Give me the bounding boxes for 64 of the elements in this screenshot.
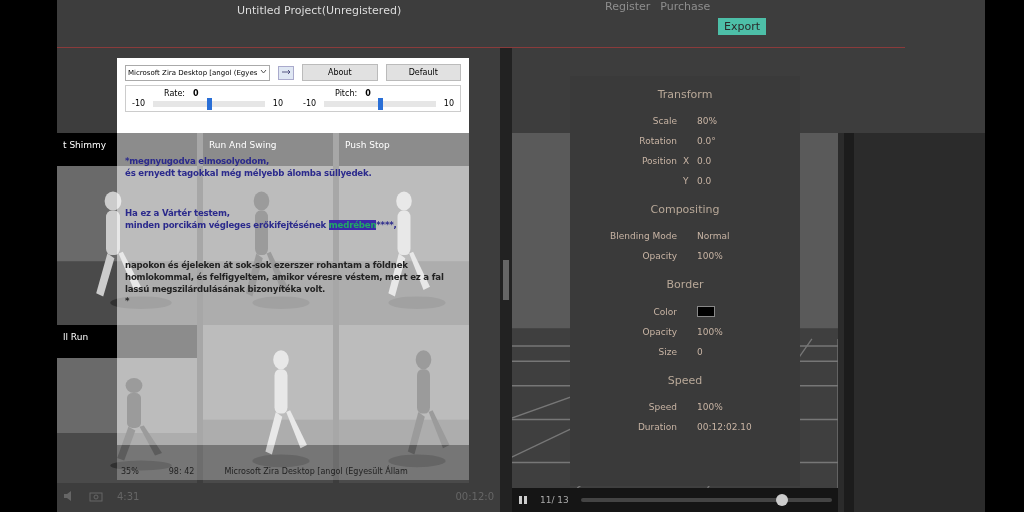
slider-label: Rate:: [164, 89, 186, 98]
text-line: *: [125, 295, 130, 306]
property-value[interactable]: 100%: [697, 327, 787, 337]
status-text: 98: 42: [168, 467, 195, 476]
header-link[interactable]: Register: [605, 0, 651, 13]
window-title: Untitled Project(Unregistered): [236, 3, 403, 19]
property-label: Color: [652, 306, 678, 317]
scrollbar[interactable]: [844, 133, 854, 512]
property-value[interactable]: 00:12:02.10: [697, 422, 787, 432]
frame-counter: 11/ 13: [540, 495, 569, 505]
text-line: *megnyugodva elmosolyodom,: [125, 155, 270, 166]
animation-label[interactable]: Run And Swing: [209, 140, 277, 150]
property-label: Speed: [647, 402, 678, 412]
property-value[interactable]: 0.0: [697, 156, 787, 166]
text-line: lassú megszilárdulásának bizonyítéka volt.: [125, 283, 326, 294]
property-label: Blending Mode: [609, 231, 678, 241]
swap-button[interactable]: [278, 65, 294, 80]
property-label: Duration: [636, 422, 678, 432]
property-value[interactable]: 0.0°: [697, 136, 787, 146]
section-heading: Speed: [667, 373, 703, 389]
property-label: Size: [657, 347, 678, 357]
slider-max: 10: [443, 99, 454, 108]
axis-label: Y: [683, 176, 690, 186]
section-heading: Border: [666, 277, 704, 293]
property-label: Position: [640, 156, 678, 166]
property-value[interactable]: 80%: [697, 116, 787, 126]
export-button[interactable]: Export: [718, 18, 766, 35]
animation-label[interactable]: ll Run: [63, 332, 89, 342]
slider-track[interactable]: [324, 100, 436, 107]
chevron-down-icon: [260, 68, 268, 74]
status-text: Microsoft Zira Desktop [angol (Egyesült Állam: [224, 467, 408, 476]
property-value[interactable]: 0: [697, 347, 787, 357]
dialog-button[interactable]: About: [302, 64, 378, 81]
pause-icon[interactable]: [518, 495, 528, 505]
color-swatch[interactable]: [697, 306, 715, 317]
property-value[interactable]: 100%: [697, 251, 787, 261]
header-link[interactable]: Purchase: [660, 0, 711, 13]
status-text: 35%: [121, 467, 139, 476]
slider-min: -10: [132, 99, 146, 108]
axis-label: X: [683, 156, 691, 166]
text-line: és ernyedt tagokkal még mélyebb álomba süllyedek.: [125, 167, 372, 178]
arrows-icon: [281, 69, 292, 75]
slider-value: 0: [365, 89, 371, 98]
slider-min: -10: [303, 99, 317, 108]
slider-value: 0: [193, 89, 199, 98]
property-label: Rotation: [638, 136, 678, 146]
animation-label[interactable]: t Shimmy: [63, 140, 107, 150]
property-label: Scale: [651, 116, 678, 126]
section-heading: Transform: [657, 87, 713, 103]
text-line: Ha ez a Vártér testem,: [125, 207, 230, 218]
text-line: homlokommal, és felfigyeltem, amikor véresre véstem, mert ez a fal: [125, 271, 444, 282]
section-heading: Compositing: [650, 202, 720, 218]
slider-track[interactable]: [153, 100, 265, 107]
property-label: Opacity: [641, 251, 678, 261]
property-value[interactable]: Normal: [697, 231, 787, 241]
slider-max: 10: [272, 99, 283, 108]
property-label: Opacity: [641, 327, 678, 337]
property-value[interactable]: 100%: [697, 402, 787, 412]
property-value[interactable]: 0.0: [697, 176, 787, 186]
scrollbar-thumb[interactable]: [503, 260, 509, 300]
text-line: napokon és éjeleken át sok-sok ezerszer rohantam a földnek: [125, 259, 408, 270]
slider-label: Pitch:: [335, 89, 358, 98]
animation-label[interactable]: Push Stop: [345, 140, 390, 150]
dialog-button[interactable]: Default: [385, 64, 461, 81]
